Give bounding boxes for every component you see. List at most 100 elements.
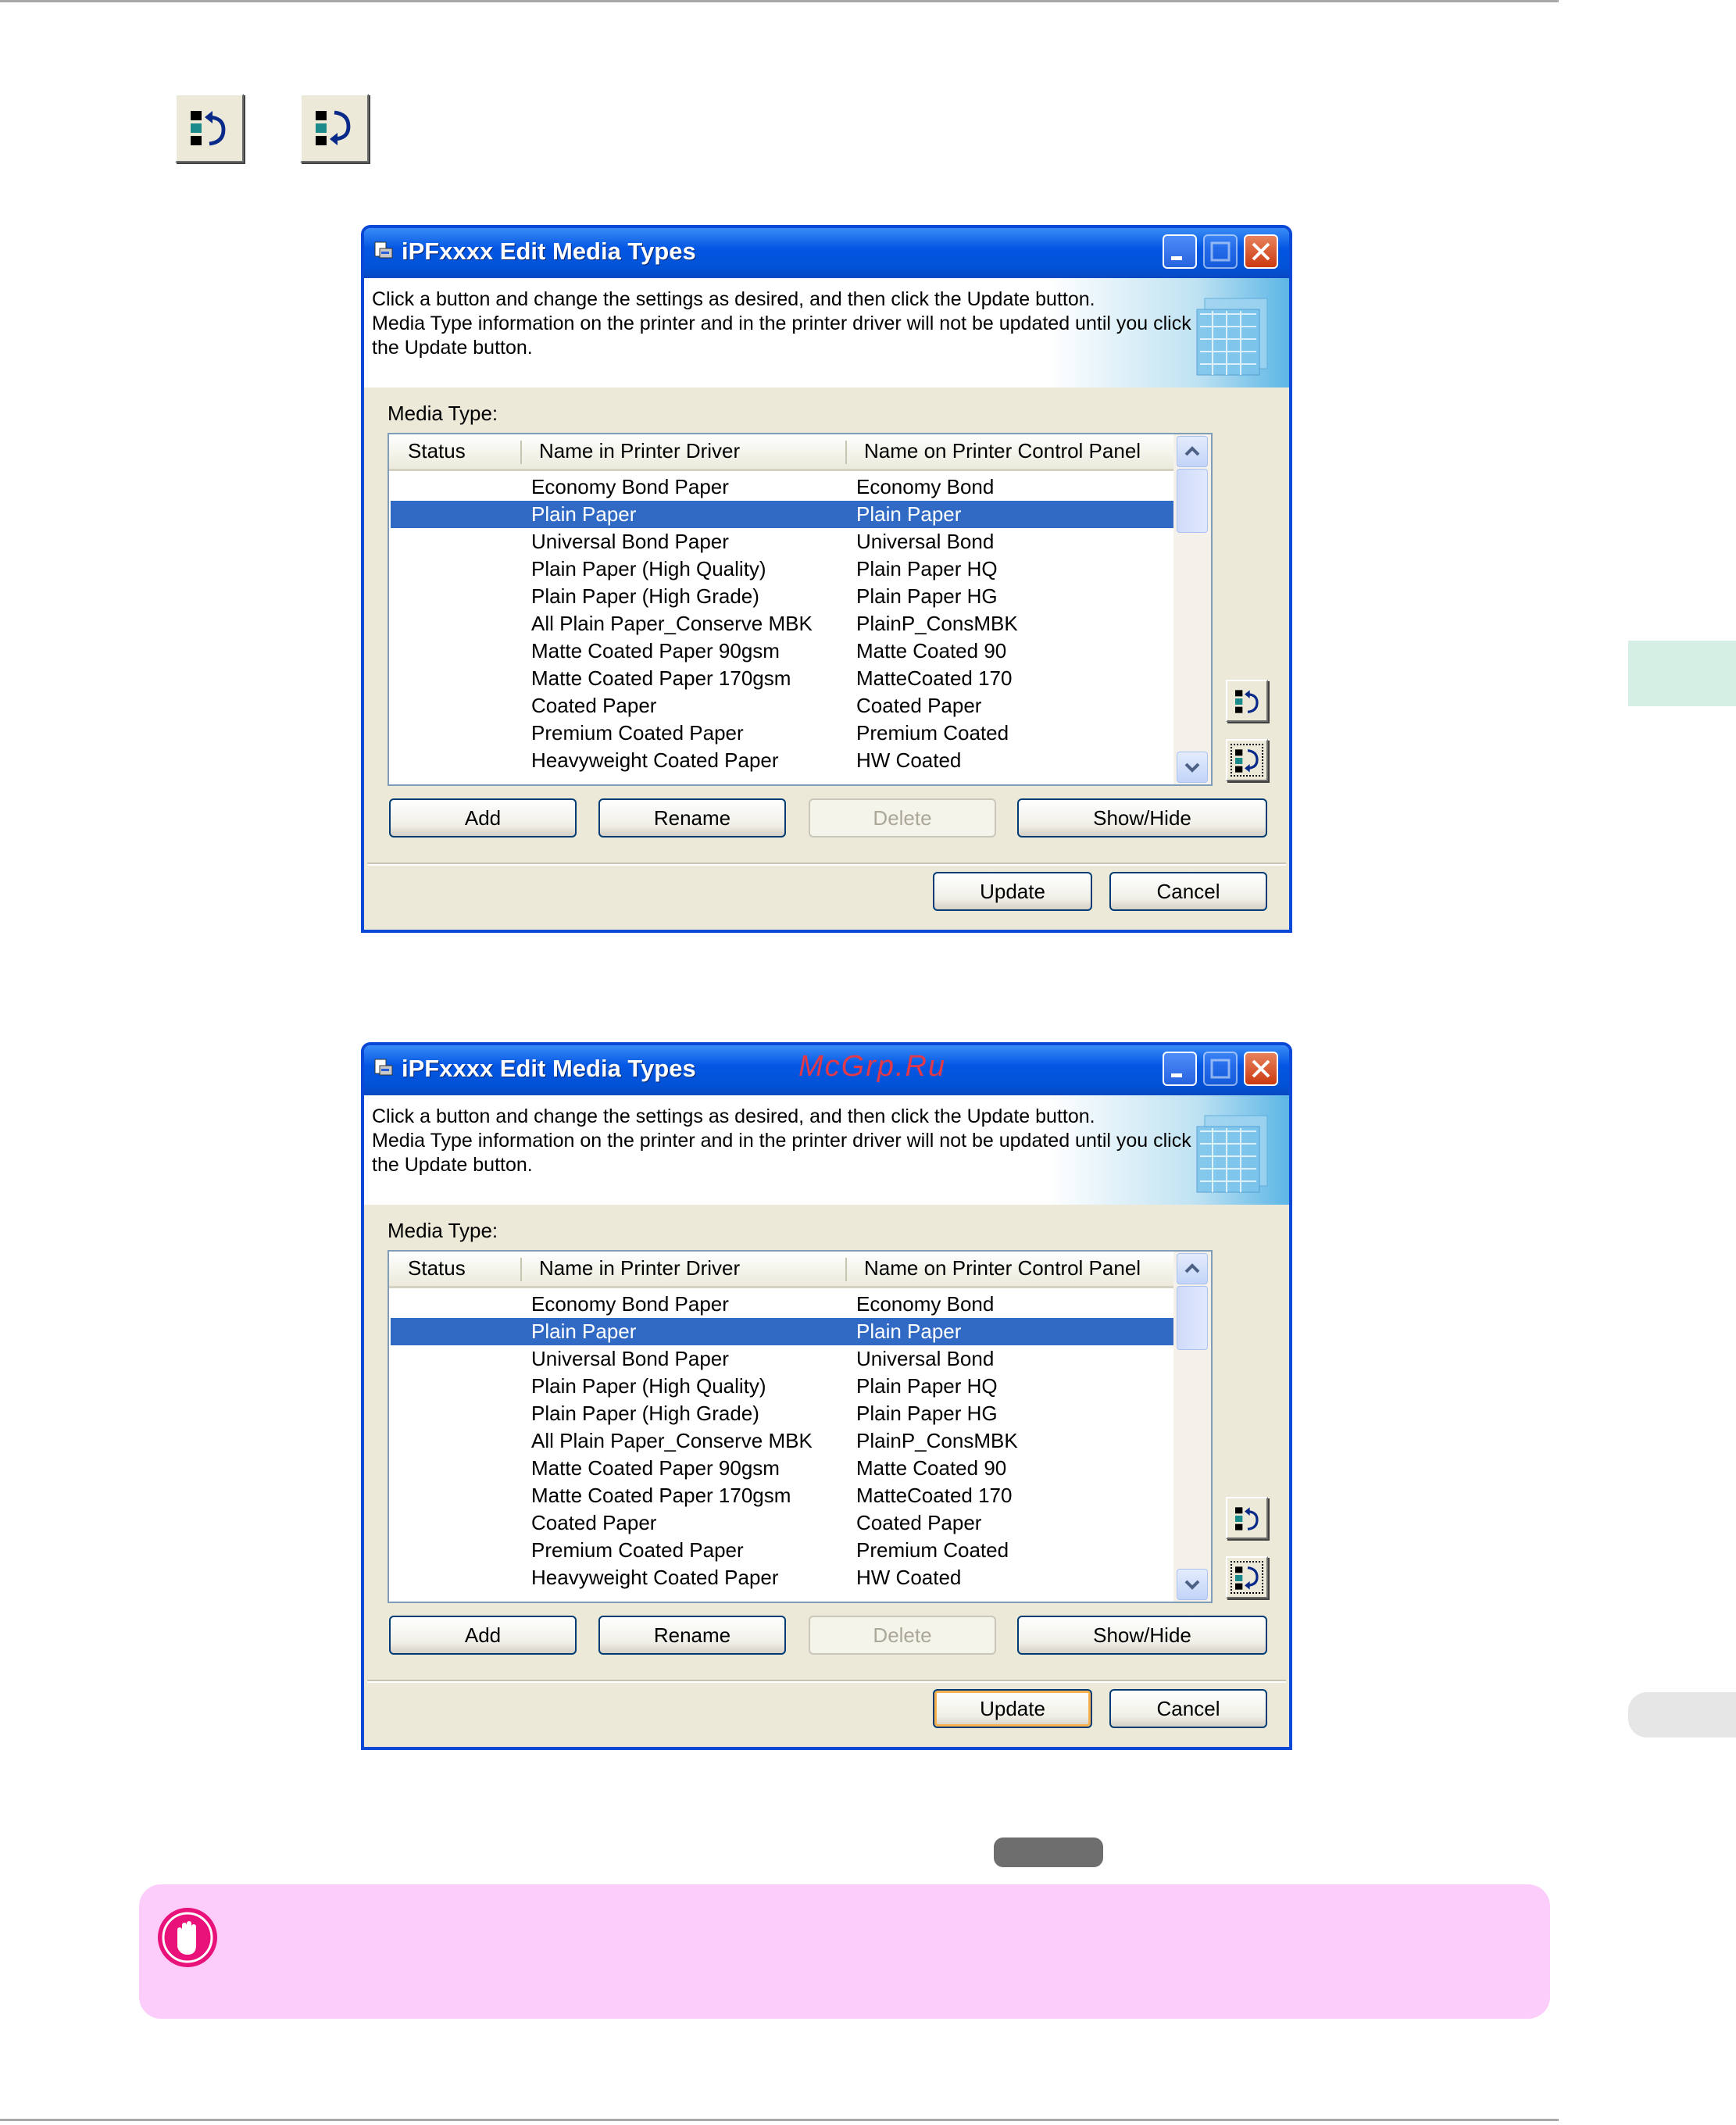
driver-name: Matte Coated Paper 90gsm (531, 639, 780, 662)
list-item[interactable]: Plain Paper (High Quality) Plain Paper HQ (391, 1373, 1173, 1400)
list-item[interactable]: Matte Coated Paper 170gsm MatteCoated 170 (391, 665, 1173, 692)
list-item[interactable]: Plain Paper (High Quality) Plain Paper HQ (391, 555, 1173, 583)
instruction-line: Media Type information on the printer an… (372, 312, 1191, 334)
instruction-banner: Click a button and change the settings a… (364, 1095, 1289, 1205)
driver-name: Plain Paper (High Quality) (531, 557, 766, 580)
driver-name: Matte Coated Paper 170gsm (531, 1484, 791, 1507)
list-item[interactable]: Coated Paper Coated Paper (391, 692, 1173, 720)
close-icon (1252, 1059, 1270, 1078)
update-button[interactable]: Update (933, 872, 1092, 911)
list-item[interactable]: Premium Coated Paper Premium Coated (391, 1537, 1173, 1564)
column-separator[interactable] (520, 441, 522, 464)
list-item[interactable]: Plain Paper (High Grade) Plain Paper HG (391, 583, 1173, 610)
list-item[interactable]: Heavyweight Coated Paper HW Coated (391, 747, 1173, 774)
list-item[interactable]: Universal Bond Paper Universal Bond (391, 528, 1173, 555)
list-item-selected[interactable]: Plain Paper Plain Paper (391, 1318, 1173, 1345)
scroll-thumb[interactable] (1177, 1286, 1208, 1350)
show-hide-button[interactable]: Show/Hide (1017, 1616, 1267, 1655)
instruction-line: Media Type information on the printer an… (372, 1130, 1191, 1152)
add-button[interactable]: Add (389, 1616, 577, 1655)
panel-name: Plain Paper HG (856, 584, 998, 608)
panel-name: Coated Paper (856, 1511, 982, 1534)
title-bar[interactable]: iPFxxxx Edit Media Types McGrp.Ru (364, 1045, 1289, 1095)
media-type-list[interactable]: Status Name in Printer Driver Name on Pr… (388, 433, 1213, 786)
list-item[interactable]: All Plain Paper_Conserve MBK PlainP_ConsM… (391, 610, 1173, 638)
minimize-button[interactable] (1163, 234, 1197, 269)
driver-name: Coated Paper (531, 694, 657, 717)
list-item[interactable]: Coated Paper Coated Paper (391, 1509, 1173, 1537)
panel-name: Plain Paper (856, 502, 962, 526)
cancel-button[interactable]: Cancel (1109, 872, 1267, 911)
media-stack-graphic-icon (1196, 298, 1268, 376)
scroll-up-button[interactable] (1177, 1253, 1208, 1284)
title-bar[interactable]: iPFxxxx Edit Media Types (364, 228, 1289, 278)
panel-name: Universal Bond (856, 530, 995, 553)
panel-name: Plain Paper HQ (856, 1374, 998, 1398)
move-up-icon (1235, 1507, 1259, 1530)
close-button[interactable] (1244, 1052, 1278, 1086)
driver-name: Plain Paper (531, 1320, 637, 1343)
move-up-button[interactable] (1226, 1497, 1268, 1539)
list-item[interactable]: Heavyweight Coated Paper HW Coated (391, 1564, 1173, 1591)
column-status[interactable]: Status (408, 439, 466, 463)
move-down-button[interactable] (1226, 739, 1268, 781)
list-item[interactable]: Economy Bond Paper Economy Bond (391, 473, 1173, 501)
driver-name: Premium Coated Paper (531, 1538, 744, 1562)
update-button[interactable]: Update (933, 1689, 1092, 1728)
list-item[interactable]: Universal Bond Paper Universal Bond (391, 1345, 1173, 1373)
button-divider (367, 1680, 1286, 1683)
list-item-selected[interactable]: Plain Paper Plain Paper (391, 501, 1173, 528)
scroll-down-button[interactable] (1177, 752, 1208, 783)
move-down-button[interactable] (1226, 1556, 1268, 1598)
column-separator[interactable] (520, 1258, 522, 1281)
media-stack-graphic-icon (1196, 1115, 1268, 1193)
list-item[interactable]: Premium Coated Paper Premium Coated (391, 720, 1173, 747)
driver-name: All Plain Paper_Conserve MBK (531, 1429, 813, 1452)
driver-name: Economy Bond Paper (531, 475, 729, 498)
list-item[interactable]: All Plain Paper_Conserve MBK PlainP_ConsM… (391, 1427, 1173, 1455)
printer-app-icon (374, 241, 393, 259)
column-status[interactable]: Status (408, 1256, 466, 1280)
minimize-icon (1171, 256, 1182, 260)
list-item[interactable]: Matte Coated Paper 90gsm Matte Coated 90 (391, 1455, 1173, 1482)
instruction-banner: Click a button and change the settings a… (364, 278, 1289, 388)
move-up-button[interactable] (1226, 680, 1268, 722)
column-separator[interactable] (845, 441, 847, 464)
column-panel-name[interactable]: Name on Printer Control Panel (864, 1256, 1141, 1280)
scroll-thumb[interactable] (1177, 469, 1208, 533)
panel-name: Universal Bond (856, 1347, 995, 1370)
minimize-button[interactable] (1163, 1052, 1197, 1086)
media-type-list[interactable]: Status Name in Printer Driver Name on Pr… (388, 1250, 1213, 1603)
list-header: Status Name in Printer Driver Name on Pr… (389, 434, 1173, 471)
vertical-scrollbar[interactable] (1173, 434, 1211, 784)
column-separator[interactable] (845, 1258, 847, 1281)
column-driver-name[interactable]: Name in Printer Driver (539, 439, 740, 463)
list-item[interactable]: Plain Paper (High Grade) Plain Paper HG (391, 1400, 1173, 1427)
list-item[interactable]: Economy Bond Paper Economy Bond (391, 1291, 1173, 1318)
cancel-button[interactable]: Cancel (1109, 1689, 1267, 1728)
panel-name: PlainP_ConsMBK (856, 612, 1018, 635)
panel-name: Premium Coated (856, 721, 1009, 745)
scroll-down-button[interactable] (1177, 1569, 1208, 1600)
list-item[interactable]: Matte Coated Paper 170gsm MatteCoated 170 (391, 1482, 1173, 1509)
dialog-title: iPFxxxx Edit Media Types (402, 1055, 696, 1082)
panel-name: Premium Coated (856, 1538, 1009, 1562)
vertical-scrollbar[interactable] (1173, 1252, 1211, 1602)
edit-media-types-dialog: iPFxxxx Edit Media Types McGrp.Ru Click … (361, 1042, 1292, 1750)
column-driver-name[interactable]: Name in Printer Driver (539, 1256, 740, 1280)
panel-name: MatteCoated 170 (856, 666, 1013, 690)
show-hide-button[interactable]: Show/Hide (1017, 798, 1267, 838)
panel-name: HW Coated (856, 748, 962, 772)
rename-button[interactable]: Rename (598, 1616, 786, 1655)
scroll-up-button[interactable] (1177, 436, 1208, 467)
chevron-up-icon (1184, 446, 1200, 456)
important-note-box (139, 1884, 1550, 2019)
add-button[interactable]: Add (389, 798, 577, 838)
move-up-button-illustration (175, 94, 244, 162)
list-item[interactable]: Matte Coated Paper 90gsm Matte Coated 90 (391, 638, 1173, 665)
panel-name: Matte Coated 90 (856, 639, 1007, 662)
column-panel-name[interactable]: Name on Printer Control Panel (864, 439, 1141, 463)
close-button[interactable] (1244, 234, 1278, 269)
panel-name: Matte Coated 90 (856, 1456, 1007, 1480)
rename-button[interactable]: Rename (598, 798, 786, 838)
